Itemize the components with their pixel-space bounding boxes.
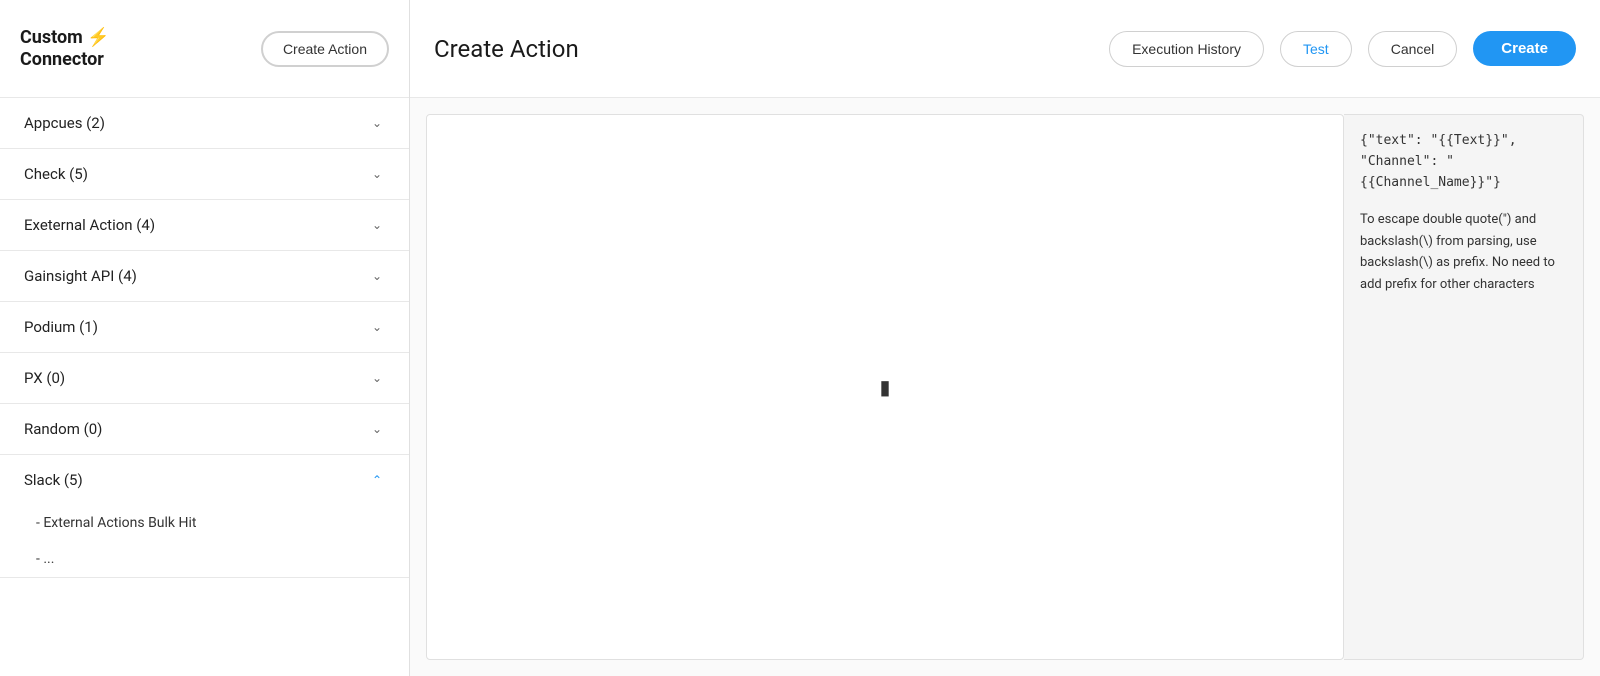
sidebar-group-external-action: Exeternal Action (4) ⌄: [0, 200, 409, 251]
execution-history-button[interactable]: Execution History: [1109, 31, 1264, 67]
sidebar-group-appcues: Appcues (2) ⌄: [0, 98, 409, 149]
brand-line2: Connector: [20, 49, 104, 70]
info-panel: {"text": "{{Text}}", "Channel": " {{Chan…: [1344, 114, 1584, 660]
sidebar-group-random: Random (0) ⌄: [0, 404, 409, 455]
info-code-block: {"text": "{{Text}}", "Channel": " {{Chan…: [1360, 131, 1567, 193]
chevron-down-icon-random: ⌄: [369, 421, 385, 437]
sidebar-group-label-external-action: Exeternal Action (4): [24, 216, 155, 234]
sidebar-header: Custom ⚡ Connector Create Action: [0, 0, 409, 98]
main-body: ▮ {"text": "{{Text}}", "Channel": " {{Ch…: [410, 98, 1600, 676]
info-code-line2: "Channel": ": [1360, 154, 1454, 169]
sidebar-group-podium: Podium (1) ⌄: [0, 302, 409, 353]
create-button[interactable]: Create: [1473, 31, 1576, 66]
info-description: To escape double quote(") and backslash(…: [1360, 209, 1567, 295]
sidebar-group-header-podium[interactable]: Podium (1) ⌄: [0, 302, 409, 352]
chevron-down-icon-podium: ⌄: [369, 319, 385, 335]
page-title: Create Action: [434, 35, 1093, 63]
sidebar-group-label-px: PX (0): [24, 369, 65, 387]
brand-logo: Custom ⚡ Connector: [20, 27, 110, 70]
sidebar: Custom ⚡ Connector Create Action Appcues…: [0, 0, 410, 676]
sidebar-group-label-check: Check (5): [24, 165, 88, 183]
sidebar-group-header-random[interactable]: Random (0) ⌄: [0, 404, 409, 454]
sidebar-group-header-appcues[interactable]: Appcues (2) ⌄: [0, 98, 409, 148]
sidebar-group-header-check[interactable]: Check (5) ⌄: [0, 149, 409, 199]
chevron-down-icon-gainsight: ⌄: [369, 268, 385, 284]
sidebar-group-slack: Slack (5) ⌃ - External Actions Bulk Hit …: [0, 455, 409, 578]
sidebar-list: Appcues (2) ⌄ Check (5) ⌄ Exeternal Acti…: [0, 98, 409, 676]
cancel-button[interactable]: Cancel: [1368, 31, 1458, 67]
sidebar-group-check: Check (5) ⌄: [0, 149, 409, 200]
action-editor[interactable]: [427, 115, 1343, 659]
info-code-line3: {{Channel_Name}}"}: [1360, 175, 1501, 190]
chevron-down-icon-appcues: ⌄: [369, 115, 385, 131]
sidebar-group-header-external-action[interactable]: Exeternal Action (4) ⌄: [0, 200, 409, 250]
chevron-down-icon-px: ⌄: [369, 370, 385, 386]
main-header: Create Action Execution History Test Can…: [410, 0, 1600, 98]
lightning-icon: ⚡: [87, 27, 109, 48]
sidebar-group-label-gainsight: Gainsight API (4): [24, 267, 137, 285]
chevron-down-icon-check: ⌄: [369, 166, 385, 182]
sidebar-group-header-slack[interactable]: Slack (5) ⌃: [0, 455, 409, 505]
sidebar-group-label-podium: Podium (1): [24, 318, 98, 336]
chevron-up-icon-slack: ⌃: [369, 472, 385, 488]
sidebar-item-slack-more[interactable]: - ...: [0, 541, 409, 577]
sidebar-group-px: PX (0) ⌄: [0, 353, 409, 404]
main-content: Create Action Execution History Test Can…: [410, 0, 1600, 676]
chevron-down-icon-external-action: ⌄: [369, 217, 385, 233]
brand-name: Custom ⚡ Connector: [20, 27, 110, 70]
sidebar-group-label-random: Random (0): [24, 420, 102, 438]
brand-line1: Custom: [20, 27, 83, 48]
sidebar-group-label-appcues: Appcues (2): [24, 114, 105, 132]
test-button[interactable]: Test: [1280, 31, 1352, 67]
sidebar-group-header-px[interactable]: PX (0) ⌄: [0, 353, 409, 403]
sidebar-item-external-actions-bulk-hit[interactable]: - External Actions Bulk Hit: [0, 505, 409, 541]
sidebar-group-label-slack: Slack (5): [24, 471, 83, 489]
sidebar-group-gainsight: Gainsight API (4) ⌄: [0, 251, 409, 302]
sidebar-group-header-gainsight[interactable]: Gainsight API (4) ⌄: [0, 251, 409, 301]
editor-panel: ▮: [426, 114, 1344, 660]
info-code-line1: {"text": "{{Text}}",: [1360, 133, 1517, 148]
sidebar-create-action-button[interactable]: Create Action: [261, 31, 389, 67]
